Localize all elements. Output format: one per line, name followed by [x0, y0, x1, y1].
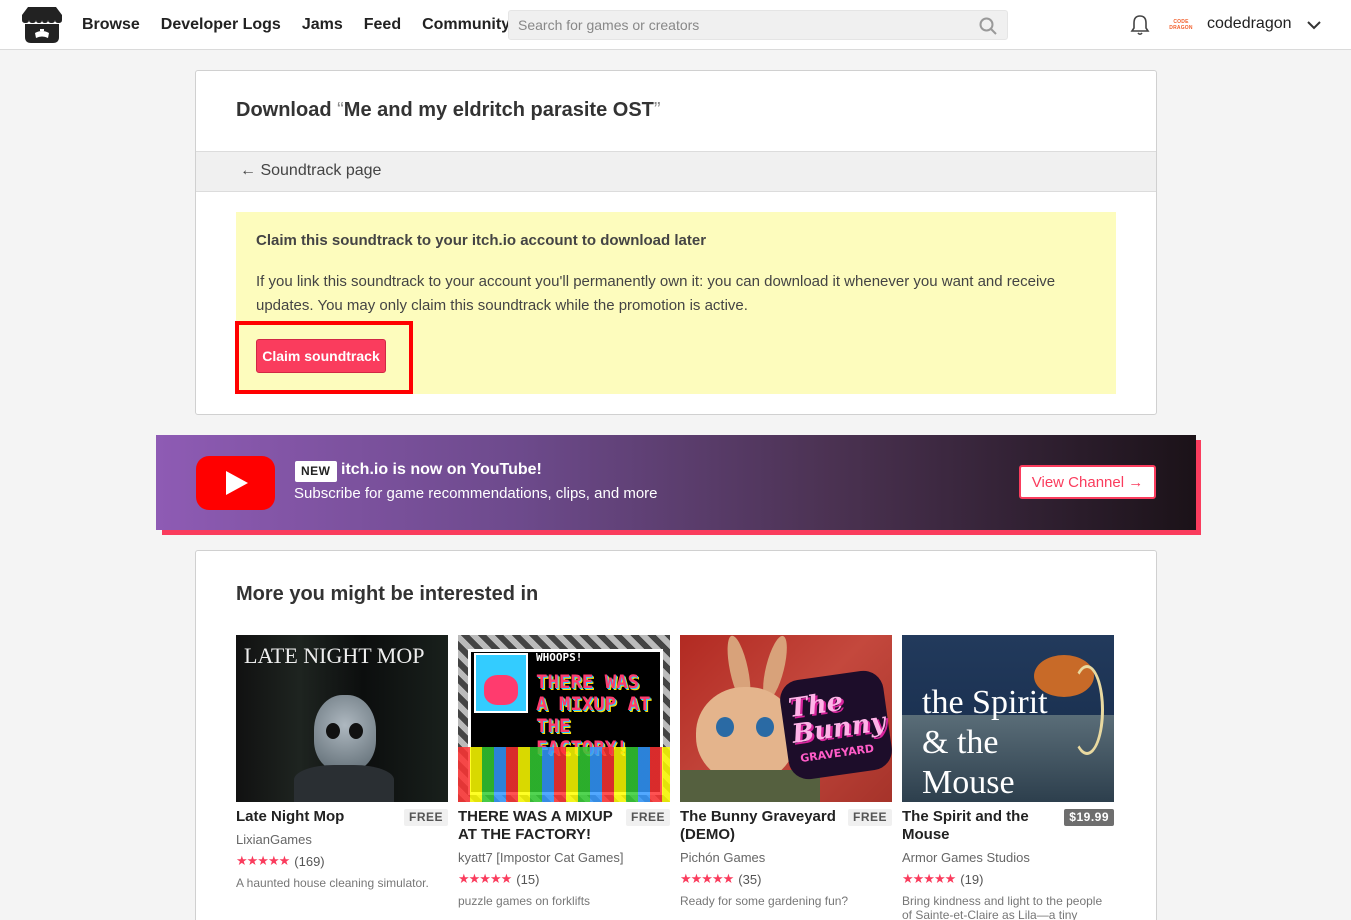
game-rating: ★★★★★ (15) [458, 871, 539, 887]
page-title: Download “Me and my eldritch parasite OS… [236, 99, 661, 122]
game-title[interactable]: THERE WAS A MIXUP AT THE FACTORY! [458, 808, 618, 844]
price-badge: FREE [625, 809, 670, 826]
game-thumbnail[interactable]: LATE NIGHT MOP [236, 635, 448, 802]
game-thumbnail[interactable]: WHOOPS! THERE WAS A MIXUP AT THE FACTORY… [458, 635, 670, 802]
price-badge: FREE [847, 809, 892, 826]
game-rating: ★★★★★ (35) [680, 871, 761, 887]
banner-title: itch.io is now on YouTube! [341, 461, 542, 478]
star-rating-icon: ★★★★★ [680, 871, 734, 886]
game-author[interactable]: Armor Games Studios [902, 850, 1030, 865]
top-header: Browse Developer Logs Jams Feed Communit… [0, 0, 1351, 50]
recommendations-panel: More you might be interested in LATE NIG… [195, 550, 1157, 920]
nav-jams[interactable]: Jams [302, 16, 343, 34]
game-title[interactable]: Late Night Mop [236, 808, 396, 826]
nav-developer-logs[interactable]: Developer Logs [161, 16, 281, 34]
claim-text: If you link this soundtrack to your acco… [256, 273, 1056, 314]
title-name: Me and my eldritch parasite OST [343, 99, 654, 121]
rating-count: (15) [516, 871, 540, 887]
thumb-title: the Spirit & the Mouse [922, 684, 1048, 801]
rating-count: (19) [960, 871, 984, 887]
game-description: A haunted house cleaning simulator. [236, 876, 429, 890]
title-open-quote: “ [337, 99, 344, 121]
rating-count: (35) [738, 871, 762, 887]
thumb-title: LATE NIGHT MOP [244, 643, 425, 668]
chevron-down-icon[interactable] [1306, 17, 1322, 33]
title-prefix: Download [236, 99, 332, 121]
thumb-title: THERE WAS A MIXUP AT THE FACTORY! [536, 671, 651, 759]
back-bar: ← Soundtrack page [196, 151, 1156, 192]
rating-count: (169) [294, 853, 325, 869]
claim-title: Claim this soundtrack to your itch.io ac… [256, 232, 707, 249]
highlight-box [235, 321, 413, 394]
username[interactable]: codedragon [1207, 15, 1292, 33]
game-cell: The Bunny GRAVEYARD The Bunny Graveyard … [680, 635, 892, 920]
soundtrack-page-link[interactable]: ← Soundtrack page [240, 162, 381, 180]
game-cell: the Spirit & the Mouse The Spirit and th… [902, 635, 1114, 920]
new-badge: NEW [295, 461, 337, 482]
skull-figure [314, 695, 376, 771]
nav-community[interactable]: Community [422, 16, 510, 34]
search-icon[interactable] [979, 17, 997, 35]
game-author[interactable]: kyatt7 [Impostor Cat Games] [458, 850, 623, 865]
youtube-banner: NEW itch.io is now on YouTube! Subscribe… [156, 435, 1196, 530]
itchio-logo-icon[interactable] [22, 7, 62, 43]
bell-icon[interactable] [1130, 14, 1150, 36]
star-rating-icon: ★★★★★ [236, 853, 290, 868]
nav-browse[interactable]: Browse [82, 16, 140, 34]
avatar-text-line-2: DRAGON [1169, 25, 1193, 31]
search-box [508, 10, 1008, 40]
price-badge: $19.99 [1064, 809, 1114, 826]
game-title[interactable]: The Spirit and the Mouse [902, 808, 1062, 844]
search-input[interactable] [509, 11, 969, 39]
game-cell: WHOOPS! THERE WAS A MIXUP AT THE FACTORY… [458, 635, 670, 920]
view-channel-button[interactable]: View Channel → [1019, 465, 1156, 499]
game-author[interactable]: LixianGames [236, 832, 312, 847]
game-author[interactable]: Pichón Games [680, 850, 765, 865]
game-description: puzzle games on forklifts [458, 894, 591, 908]
game-cell: LATE NIGHT MOP Late Night Mop FREE Lixia… [236, 635, 448, 920]
star-rating-icon: ★★★★★ [902, 871, 956, 886]
banner-subtitle: Subscribe for game recommendations, clip… [294, 485, 658, 502]
thumb-subtitle: WHOOPS! [536, 651, 583, 664]
star-rating-icon: ★★★★★ [458, 871, 512, 886]
avatar[interactable]: CODE DRAGON [1168, 13, 1194, 37]
main-nav: Browse Developer Logs Jams Feed Communit… [82, 0, 531, 50]
title-close-quote: ” [653, 99, 661, 121]
thumb-title: The Bunny [786, 686, 888, 750]
nav-feed[interactable]: Feed [364, 16, 401, 34]
price-badge: FREE [403, 809, 448, 826]
game-thumbnail[interactable]: the Spirit & the Mouse [902, 635, 1114, 802]
game-thumbnail[interactable]: The Bunny GRAVEYARD [680, 635, 892, 802]
game-description: Bring kindness and light to the people o… [902, 894, 1103, 920]
game-rating: ★★★★★ (19) [902, 871, 983, 887]
game-title[interactable]: The Bunny Graveyard (DEMO) [680, 808, 840, 844]
game-rating: ★★★★★ (169) [236, 853, 325, 869]
youtube-icon [196, 456, 275, 510]
recommendations-title: More you might be interested in [236, 583, 539, 605]
game-description: Ready for some gardening fun? [680, 894, 849, 908]
